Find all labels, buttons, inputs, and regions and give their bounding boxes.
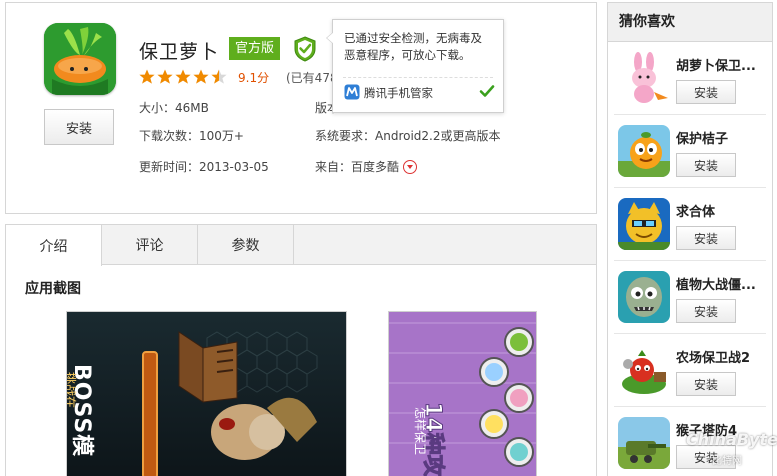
screenshot-1-subtext: 挑战在: [66, 372, 77, 409]
app-info-panel: 安装 保卫萝卜 官方版 9.1分 (已有478 大小：46MB 版本 下载次数：…: [5, 2, 597, 214]
size-info: 大小：46MB: [139, 99, 209, 116]
sysreq-info: 系统要求：Android2.2或更高版本: [315, 127, 501, 144]
app-name[interactable]: 植物大战僵...: [676, 274, 768, 293]
list-item[interactable]: 植物大战僵... 安装: [608, 264, 772, 334]
size-value: 46MB: [175, 101, 209, 115]
star-icon: [157, 69, 173, 84]
install-button[interactable]: 安装: [676, 299, 736, 323]
official-badge: 官方版: [229, 37, 281, 60]
sidebar-title: 猜你喜欢: [608, 3, 772, 42]
downloads-value: 100万+: [199, 129, 244, 143]
app-icon: [44, 23, 116, 95]
tooltip-footer: 腾讯手机管家: [364, 86, 433, 100]
tooltip-text: 已通过安全检测，无病毒及 恶意程序，可放心下载。: [344, 30, 499, 64]
tooltip-divider: [343, 77, 493, 78]
app-icon[interactable]: [618, 271, 670, 323]
sysreq-label: 系统要求：: [315, 129, 376, 143]
app-icon[interactable]: [618, 125, 670, 177]
downloads-label: 下载次数：: [139, 129, 200, 143]
divider: [614, 333, 766, 334]
star-icon: [193, 69, 209, 84]
app-name[interactable]: 胡萝卜保卫...: [676, 55, 768, 74]
updated-info: 更新时间：2013-03-05: [139, 158, 269, 175]
sysreq-value: Android2.2或更高版本: [375, 129, 501, 143]
updated-label: 更新时间：: [139, 160, 200, 174]
half-star-icon: [211, 69, 227, 84]
screenshot-2-subtext: 怎样保卫: [413, 407, 427, 456]
install-button[interactable]: 安装: [44, 109, 114, 145]
details-panel: 介绍 评论 参数 应用截图 BOSS模 挑战在 14种攻 怎样保卫: [5, 224, 597, 476]
divider: [614, 187, 766, 188]
screenshot-1[interactable]: BOSS模 挑战在: [66, 311, 347, 476]
list-item[interactable]: 胡萝卜保卫... 安装: [608, 45, 772, 115]
list-item[interactable]: 求合体 安装: [608, 191, 772, 261]
security-tooltip: 已通过安全检测，无病毒及 恶意程序，可放心下载。 腾讯手机管家: [326, 19, 504, 113]
chevron-down-icon[interactable]: [403, 159, 418, 174]
install-button[interactable]: 安装: [676, 372, 736, 396]
rating-score: 9.1分: [238, 71, 270, 85]
rating-count: (已有478: [286, 71, 338, 85]
app-icon[interactable]: [618, 52, 670, 104]
tooltip-line2: 恶意程序，可放心下载。: [344, 48, 471, 62]
source-info: 来自：百度多酷: [315, 158, 418, 175]
check-icon: [479, 83, 495, 99]
tooltip-line1: 已通过安全检测，无病毒及: [344, 31, 482, 45]
shield-icon[interactable]: [293, 36, 317, 62]
install-button[interactable]: 安装: [676, 153, 736, 177]
divider: [614, 406, 766, 407]
screenshot-2[interactable]: 14种攻 怎样保卫: [388, 311, 537, 476]
list-item[interactable]: 农场保卫战2 安装: [608, 337, 772, 407]
app-name[interactable]: 农场保卫战2: [676, 347, 768, 366]
rating-stars: [139, 69, 231, 85]
recommend-sidebar: 猜你喜欢 胡萝卜保卫... 安装 保护桔子 安装 求合体 安装 植物大战僵...…: [607, 2, 773, 476]
install-button[interactable]: 安装: [676, 80, 736, 104]
tab-params[interactable]: 参数: [198, 225, 294, 265]
updated-value: 2013-03-05: [199, 160, 269, 174]
watermark-logo: ChinaByte: [686, 430, 777, 449]
source-value: 百度多酷: [351, 160, 400, 174]
source-label: 来自：: [315, 160, 352, 174]
install-button[interactable]: 安装: [676, 226, 736, 250]
star-icon: [139, 69, 155, 84]
app-icon[interactable]: [618, 417, 670, 469]
app-title: 保卫萝卜: [139, 41, 220, 63]
star-icon: [175, 69, 191, 84]
app-icon[interactable]: [618, 198, 670, 250]
divider: [614, 114, 766, 115]
watermark-sub: 比特网: [712, 456, 742, 467]
app-icon[interactable]: [618, 344, 670, 396]
size-label: 大小：: [139, 101, 176, 115]
downloads-info: 下载次数：100万+: [139, 127, 244, 144]
tab-bar: 介绍 评论 参数: [6, 225, 596, 266]
tab-intro[interactable]: 介绍: [6, 225, 102, 266]
tab-comments[interactable]: 评论: [102, 225, 198, 265]
divider: [614, 260, 766, 261]
app-name[interactable]: 保护桔子: [676, 128, 768, 147]
tencent-guard-icon: [344, 84, 360, 100]
app-name[interactable]: 求合体: [676, 201, 768, 220]
list-item[interactable]: 保护桔子 安装: [608, 118, 772, 188]
screenshots-title: 应用截图: [25, 281, 81, 297]
